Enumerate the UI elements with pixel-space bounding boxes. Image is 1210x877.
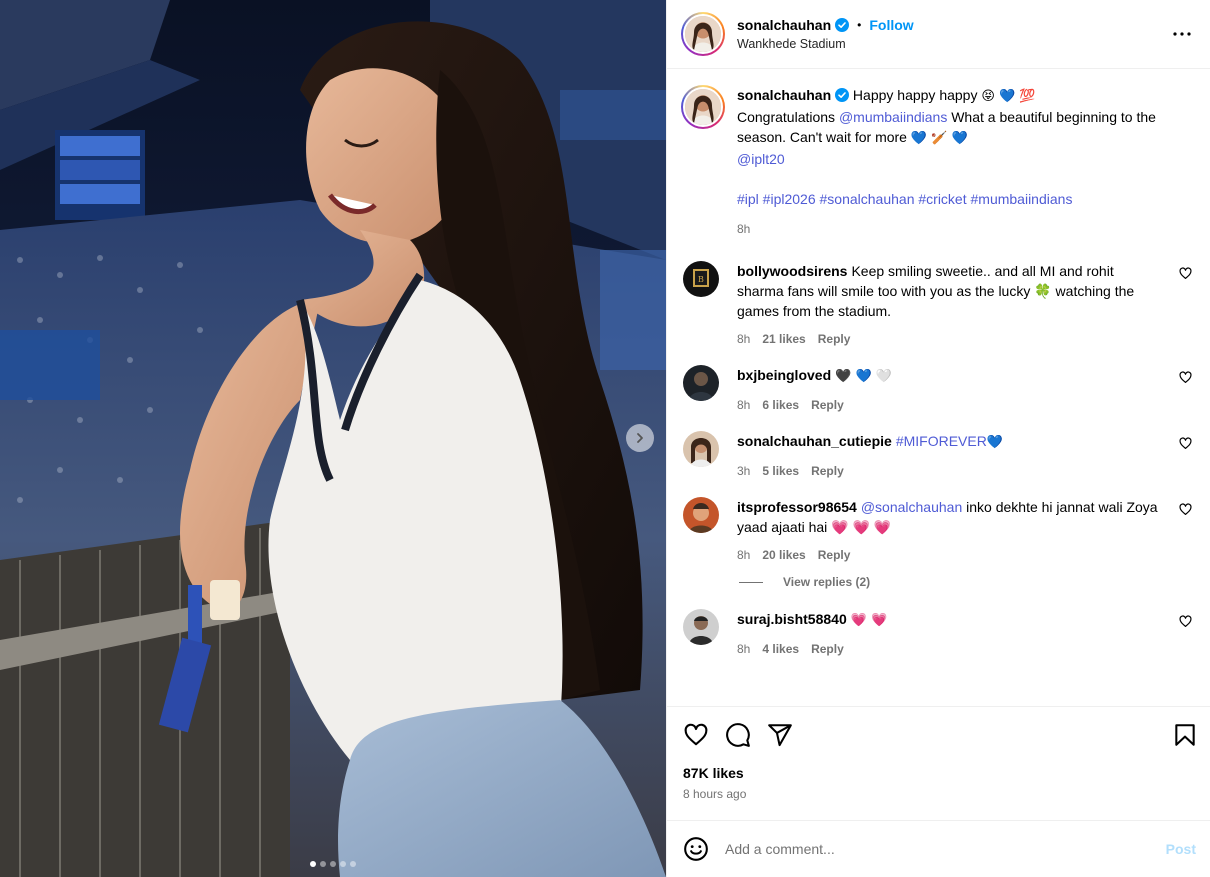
caption-hashtags[interactable]: #ipl #ipl2026 #sonalchauhan #cricket #mu…	[737, 189, 1194, 209]
caption-avatar[interactable]	[681, 85, 725, 129]
comment-item: B bollywoodsirens Keep smiling sweetie.. …	[681, 261, 1194, 349]
reply-button[interactable]: Reply	[811, 639, 844, 659]
comment-list: B bollywoodsirens Keep smiling sweetie.. …	[681, 261, 1194, 659]
post-comment-button[interactable]: Post	[1166, 841, 1196, 857]
chevron-right-icon	[637, 433, 643, 443]
post-location[interactable]: Wankhede Stadium	[737, 37, 1170, 51]
add-comment-bar: Post	[667, 820, 1210, 877]
action-bar	[683, 721, 1198, 749]
carousel-dot	[340, 861, 346, 867]
comment-likes[interactable]: 6 likes	[762, 395, 799, 415]
post-actions-section: 87K likes 8 hours ago	[667, 706, 1210, 820]
comment-time[interactable]: 8h	[737, 395, 750, 415]
emoji-icon[interactable]	[683, 836, 709, 862]
post-photo	[0, 0, 666, 877]
carousel-dot	[350, 861, 356, 867]
commenter-avatar[interactable]	[683, 431, 719, 467]
comment-text: 🖤 💙 🤍	[835, 369, 892, 384]
avatar-image: B	[683, 261, 719, 297]
comments-scroll-area[interactable]: sonalchauhan Happy happy happy 😝 💙 💯 Con…	[667, 69, 1210, 706]
post-sidebar: sonalchauhan • Follow Wankhede Stadium s…	[666, 0, 1210, 877]
carousel-dot	[330, 861, 336, 867]
comment-text: 💙	[986, 435, 1004, 450]
comment-username[interactable]: bollywoodsirens	[737, 263, 847, 279]
follow-button[interactable]: Follow	[869, 17, 913, 33]
comment-item: itsprofessor98654 @sonalchauhan inko dekh…	[681, 497, 1194, 565]
carousel-dot	[310, 861, 316, 867]
reply-button[interactable]: Reply	[818, 329, 851, 349]
reply-button[interactable]: Reply	[818, 545, 851, 565]
caption-username[interactable]: sonalchauhan	[737, 87, 831, 103]
author-avatar[interactable]	[681, 12, 725, 56]
commenter-avatar[interactable]	[683, 365, 719, 401]
header-separator: •	[857, 18, 862, 32]
avatar-image	[683, 609, 719, 645]
avatar-image	[683, 365, 719, 401]
comment-icon[interactable]	[725, 722, 751, 748]
avatar-image	[683, 497, 719, 533]
bookmark-icon[interactable]	[1172, 722, 1198, 748]
caption-intro-emojis: 😝 💙 💯	[981, 89, 1036, 104]
commenter-avatar[interactable]	[683, 497, 719, 533]
heart-icon[interactable]	[683, 722, 709, 748]
comment-username[interactable]: suraj.bisht58840	[737, 611, 847, 627]
author-username[interactable]: sonalchauhan	[737, 17, 831, 33]
comment-username[interactable]: bxjbeingloved	[737, 367, 831, 383]
comment-text: 💗 💗	[850, 613, 888, 628]
avatar-image	[683, 431, 719, 467]
comment-time[interactable]: 8h	[737, 545, 750, 565]
likes-count[interactable]: 87K likes	[683, 765, 1198, 781]
svg-text:B: B	[698, 275, 704, 284]
mention-link[interactable]: @sonalchauhan	[861, 499, 962, 515]
post-modal: sonalchauhan • Follow Wankhede Stadium s…	[0, 0, 1210, 877]
commenter-avatar[interactable]: B	[683, 261, 719, 297]
comment-username[interactable]: sonalchauhan_cutiepie	[737, 433, 892, 449]
heart-icon[interactable]	[1179, 371, 1192, 384]
reply-button[interactable]: Reply	[811, 461, 844, 481]
caption-text: Congratulations	[737, 109, 839, 125]
comment-input[interactable]	[725, 841, 1166, 857]
post-media[interactable]	[0, 0, 666, 877]
comment-item: suraj.bisht58840 💗 💗 8h 4 likes Reply	[681, 609, 1194, 659]
comment-time[interactable]: 3h	[737, 461, 750, 481]
view-replies-label: View replies (2)	[783, 575, 871, 589]
avatar-image	[685, 89, 721, 125]
caption-timestamp[interactable]: 8h	[737, 219, 1194, 239]
commenter-avatar[interactable]	[683, 609, 719, 645]
hashtag-link[interactable]: #MIFOREVER	[896, 433, 987, 449]
comment-item: bxjbeingloved 🖤 💙 🤍 8h 6 likes Reply	[681, 365, 1194, 415]
verified-badge-icon	[835, 88, 850, 102]
more-options-icon[interactable]	[1170, 22, 1194, 46]
comment-item: sonalchauhan_cutiepie #MIFOREVER💙 3h 5 li…	[681, 431, 1194, 481]
comment-likes[interactable]: 5 likes	[762, 461, 799, 481]
replies-divider	[739, 581, 763, 583]
heart-icon[interactable]	[1179, 503, 1192, 516]
carousel-indicator	[0, 861, 666, 867]
post-timestamp[interactable]: 8 hours ago	[683, 787, 1198, 801]
comment-likes[interactable]: 20 likes	[762, 545, 805, 565]
carousel-dot	[320, 861, 326, 867]
caption-emojis: 💙 🏏 💙	[910, 131, 968, 146]
post-caption: sonalchauhan Happy happy happy 😝 💙 💯 Con…	[681, 85, 1194, 239]
comment-time[interactable]: 8h	[737, 639, 750, 659]
reply-button[interactable]: Reply	[811, 395, 844, 415]
heart-icon[interactable]	[1179, 615, 1192, 628]
post-header: sonalchauhan • Follow Wankhede Stadium	[667, 0, 1210, 69]
share-icon[interactable]	[767, 722, 793, 748]
comment-username[interactable]: itsprofessor98654	[737, 499, 857, 515]
comment-likes[interactable]: 21 likes	[762, 329, 805, 349]
heart-icon[interactable]	[1179, 437, 1192, 450]
mention-link[interactable]: @mumbaiindians	[839, 109, 947, 125]
avatar-image	[685, 16, 721, 52]
next-slide-button[interactable]	[626, 424, 654, 452]
view-replies-button[interactable]: View replies (2)	[739, 575, 1194, 589]
caption-intro: Happy happy happy	[852, 87, 978, 103]
comment-likes[interactable]: 4 likes	[762, 639, 799, 659]
mention-link[interactable]: @iplt20	[737, 151, 785, 167]
verified-badge-icon	[835, 18, 850, 32]
comment-time[interactable]: 8h	[737, 329, 750, 349]
heart-icon[interactable]	[1179, 267, 1192, 280]
